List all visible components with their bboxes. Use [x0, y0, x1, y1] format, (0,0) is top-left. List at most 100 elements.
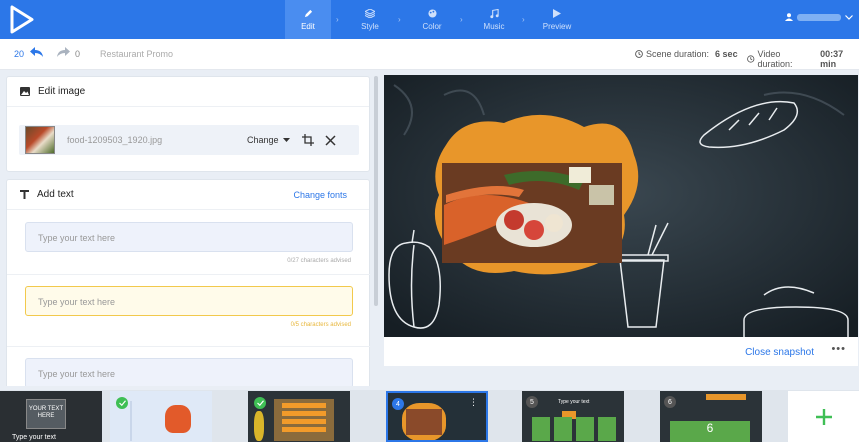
- project-toolbar: 20 0 Restaurant Promo Scene duration: 6 …: [0, 39, 859, 70]
- layers-icon: [365, 8, 375, 19]
- undo-count: 20: [14, 49, 25, 59]
- music-note-icon: [489, 8, 499, 19]
- char-advise-2: 0/5 characters advised: [290, 322, 351, 328]
- add-text-title: Add text: [37, 189, 74, 200]
- scene-duration: Scene duration: 6 sec: [635, 49, 738, 59]
- user-icon: [785, 13, 793, 21]
- edit-image-card: Edit image food-1209503_1920.jpg Change: [6, 76, 370, 172]
- nav-step-color[interactable]: Color: [409, 0, 455, 39]
- check-icon: [116, 397, 128, 409]
- chevron-right-icon: ›: [460, 15, 463, 24]
- close-snapshot-button[interactable]: Close snapshot: [745, 347, 814, 358]
- scene-thumbnail-5[interactable]: 5 Type your text: [522, 391, 624, 442]
- scene-thumbnail-6[interactable]: 6 6: [660, 391, 762, 442]
- text-icon: [20, 190, 29, 199]
- scene-menu-icon[interactable]: ⋮: [469, 398, 478, 407]
- nav-step-style[interactable]: Style: [347, 0, 393, 39]
- add-text-header: Add text Change fonts: [7, 180, 369, 210]
- tree-trunk: [130, 401, 132, 441]
- scene-duration-label: Scene duration:: [646, 49, 710, 59]
- user-menu[interactable]: [785, 13, 853, 21]
- scene-big-number: 6: [670, 421, 750, 442]
- preview-footer: Close snapshot •••: [384, 337, 858, 366]
- project-name[interactable]: Restaurant Promo: [100, 49, 173, 59]
- text-input-3[interactable]: Type your text here: [25, 358, 353, 386]
- scene-thumb-text: YOUR TEXT HERE: [26, 399, 66, 429]
- scene-preview: [384, 75, 858, 337]
- top-nav-bar: Edit › Style › Color › Music › Preview: [0, 0, 859, 39]
- nav-step-music[interactable]: Music: [471, 0, 517, 39]
- label-tag: [706, 394, 746, 400]
- nav-step-label: Color: [422, 22, 442, 31]
- scene-number: 5: [526, 396, 538, 408]
- palette-icon: [427, 8, 437, 19]
- pencil-icon: [304, 8, 313, 19]
- corn-illustration: [254, 411, 264, 441]
- scene-caption: Type your text: [12, 434, 56, 441]
- scene-thumbnail-2[interactable]: [110, 391, 212, 442]
- scene-filmstrip: YOUR TEXT HERE Type your text 4 ⋮ 5 Type…: [0, 390, 859, 442]
- more-options-icon[interactable]: •••: [831, 343, 846, 355]
- clock-icon: [635, 50, 643, 58]
- scene-thumbnail-4[interactable]: 4 ⋮: [386, 391, 488, 442]
- scene-number: 6: [664, 396, 676, 408]
- scene-duration-value: 6 sec: [715, 49, 738, 59]
- chevron-right-icon: ›: [522, 15, 525, 24]
- edit-image-title: Edit image: [38, 86, 86, 97]
- add-scene-button[interactable]: [788, 391, 859, 442]
- preview-canvas: [384, 75, 858, 337]
- edit-panel: Edit image food-1209503_1920.jpg Change …: [6, 76, 370, 386]
- play-icon: [553, 8, 561, 19]
- menu-line: [282, 419, 326, 424]
- scene-caption: Type your text: [558, 399, 590, 405]
- scene-number: 4: [392, 398, 404, 410]
- redo-icon[interactable]: [56, 47, 70, 60]
- user-name: [797, 13, 841, 21]
- chevron-right-icon: ›: [398, 15, 401, 24]
- video-duration: Video duration: 00:37 min: [747, 49, 859, 69]
- crop-icon[interactable]: [302, 133, 314, 151]
- check-icon: [254, 397, 266, 409]
- image-thumbnail: [25, 126, 55, 154]
- panel-scrollbar[interactable]: [374, 76, 378, 306]
- divider: [7, 346, 370, 347]
- chevron-right-icon: ›: [336, 15, 339, 24]
- change-image-button[interactable]: Change: [247, 135, 290, 145]
- nav-step-preview[interactable]: Preview: [534, 0, 580, 39]
- caret-down-icon: [282, 138, 290, 142]
- option-box: [576, 417, 594, 441]
- change-fonts-link[interactable]: Change fonts: [293, 190, 347, 200]
- option-box: [554, 417, 572, 441]
- text-input-2[interactable]: Type your text here: [25, 286, 353, 316]
- option-box: [598, 417, 616, 441]
- remove-image-icon[interactable]: [325, 133, 336, 151]
- nav-step-label: Style: [361, 22, 379, 31]
- divider: [7, 274, 370, 275]
- clock-icon: [747, 55, 755, 63]
- menu-line: [282, 403, 326, 408]
- scene-thumbnail-3[interactable]: [248, 391, 350, 442]
- video-duration-value: 00:37 min: [820, 49, 844, 69]
- app-logo-icon[interactable]: [9, 5, 35, 34]
- menu-line: [282, 427, 326, 432]
- squirrel-illustration: [165, 405, 191, 433]
- menu-line: [282, 411, 326, 416]
- add-text-card: Add text Change fonts Type your text her…: [6, 179, 370, 386]
- nav-step-edit[interactable]: Edit: [285, 0, 331, 39]
- char-advise-1: 0/27 characters advised: [287, 258, 351, 264]
- plus-icon: [815, 408, 832, 425]
- image-file-name: food-1209503_1920.jpg: [67, 135, 163, 145]
- image-file-row: food-1209503_1920.jpg Change: [19, 125, 359, 155]
- nav-step-label: Edit: [301, 22, 315, 31]
- image-icon: [20, 87, 30, 96]
- chevron-down-icon: [845, 14, 853, 20]
- change-image-label: Change: [247, 135, 279, 145]
- video-duration-label: Video duration:: [757, 49, 793, 69]
- option-box: [532, 417, 550, 441]
- nav-step-label: Preview: [542, 22, 572, 31]
- undo-icon[interactable]: [30, 47, 44, 60]
- food-photo: [442, 163, 622, 263]
- text-input-1[interactable]: Type your text here: [25, 222, 353, 252]
- scene-thumbnail-1[interactable]: YOUR TEXT HERE Type your text: [0, 391, 102, 442]
- food-photo-mini: [406, 409, 442, 435]
